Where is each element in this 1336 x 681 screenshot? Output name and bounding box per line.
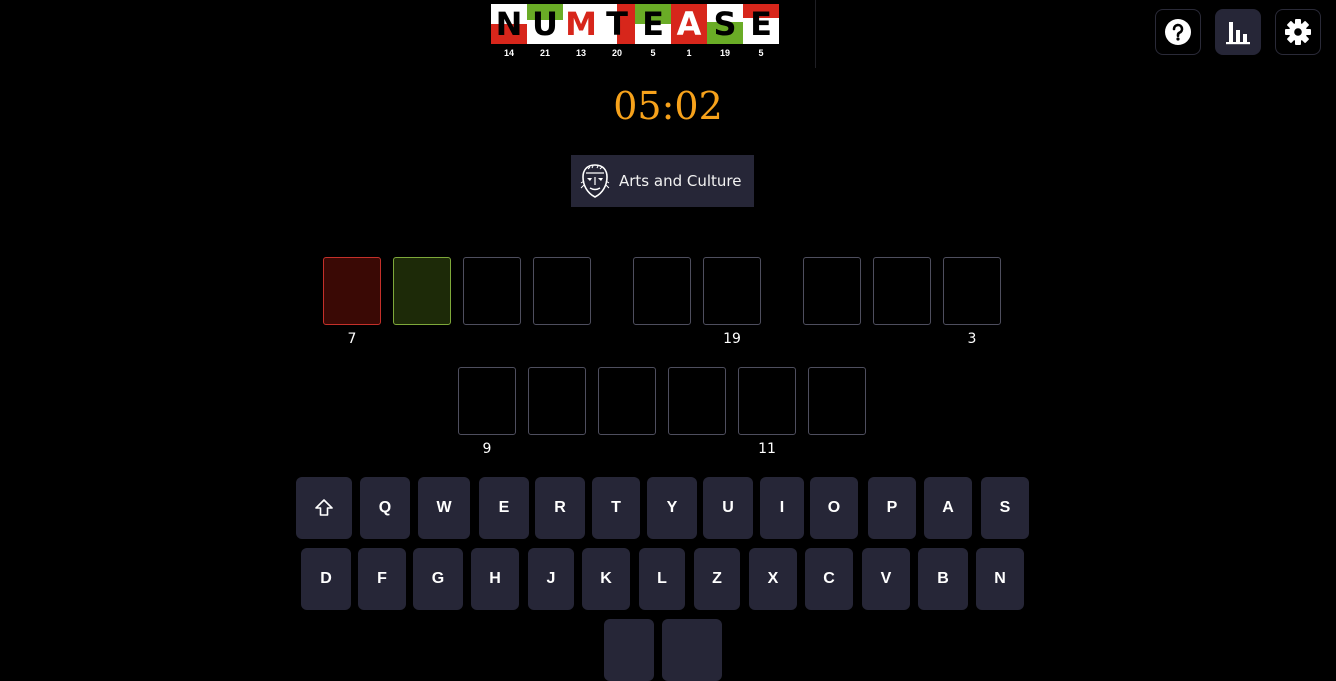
logo-tile: T <box>599 4 635 44</box>
letter-box[interactable] <box>598 367 656 435</box>
key-q[interactable]: Q <box>360 477 410 539</box>
logo-letter: S <box>713 5 737 43</box>
key-l[interactable]: L <box>639 548 685 610</box>
key-y[interactable]: Y <box>647 477 697 539</box>
letter-number-hint: 9 <box>482 441 492 457</box>
letter-box[interactable] <box>463 257 521 325</box>
logo-tile: M <box>563 4 599 44</box>
logo-letter-number: 20 <box>611 48 622 58</box>
letter-box[interactable] <box>873 257 931 325</box>
gear-icon <box>1285 19 1311 45</box>
key-h[interactable]: H <box>471 548 519 610</box>
logo-tile: U <box>527 4 563 44</box>
letter-number-hint: 19 <box>723 331 741 347</box>
numtease-logo: NUMTEASE 14 21 13 20 5 1 19 5 <box>491 4 781 62</box>
key-x[interactable]: X <box>749 548 797 610</box>
keyboard-row3-key-2[interactable] <box>662 619 722 681</box>
logo-letter: U <box>532 5 558 43</box>
letter-box[interactable] <box>808 367 866 435</box>
key-o[interactable]: O <box>810 477 858 539</box>
letter-box[interactable] <box>323 257 381 325</box>
key-s[interactable]: S <box>981 477 1029 539</box>
letter-box[interactable] <box>703 257 761 325</box>
letter-number-hint: 7 <box>347 331 357 347</box>
logo-letter-number: 13 <box>575 48 586 58</box>
logo-letter-number: 5 <box>650 48 656 58</box>
shift-arrow-icon <box>315 499 333 516</box>
logo-letter-number: 21 <box>539 48 550 58</box>
logo-letter: A <box>676 5 702 43</box>
letter-number-hint: 3 <box>967 331 977 347</box>
key-r[interactable]: R <box>535 477 585 539</box>
letter-number-hint: 11 <box>758 441 776 457</box>
logo-letters: NUMTEASE <box>491 4 779 44</box>
shift-key[interactable] <box>296 477 352 539</box>
stats-button[interactable] <box>1215 9 1261 55</box>
key-j[interactable]: J <box>528 548 574 610</box>
key-k[interactable]: K <box>582 548 630 610</box>
logo-letter-numbers: 14 21 13 20 5 1 19 5 <box>491 48 781 62</box>
logo-letter: M <box>565 5 597 43</box>
logo-letter-number: 5 <box>758 48 764 58</box>
header-divider <box>815 0 816 68</box>
category-badge: Arts and Culture <box>571 155 754 207</box>
logo-letter: E <box>642 5 664 43</box>
key-v[interactable]: V <box>862 548 910 610</box>
logo-tile: N <box>491 4 527 44</box>
letter-box[interactable] <box>533 257 591 325</box>
logo-tile: E <box>743 4 779 44</box>
logo-letter-number: 1 <box>686 48 692 58</box>
letter-box[interactable] <box>458 367 516 435</box>
key-i[interactable]: I <box>760 477 804 539</box>
logo-letter-number: 14 <box>503 48 514 58</box>
key-e[interactable]: E <box>479 477 529 539</box>
key-f[interactable]: F <box>358 548 406 610</box>
key-n[interactable]: N <box>976 548 1024 610</box>
logo-tile: A <box>671 4 707 44</box>
key-u[interactable]: U <box>703 477 753 539</box>
key-d[interactable]: D <box>301 548 351 610</box>
letter-box[interactable] <box>738 367 796 435</box>
logo-letter-number: 19 <box>719 48 730 58</box>
key-c[interactable]: C <box>805 548 853 610</box>
logo-letter: T <box>606 5 628 43</box>
logo-tile: S <box>707 4 743 44</box>
mask-icon <box>580 164 610 198</box>
letter-box[interactable] <box>668 367 726 435</box>
question-circle-icon <box>1165 19 1191 45</box>
letter-box[interactable] <box>803 257 861 325</box>
logo-letter: N <box>495 5 523 43</box>
key-z[interactable]: Z <box>694 548 740 610</box>
letter-box[interactable] <box>528 367 586 435</box>
letter-box[interactable] <box>633 257 691 325</box>
countdown-timer: 05:02 <box>613 84 723 128</box>
letter-box[interactable] <box>393 257 451 325</box>
key-w[interactable]: W <box>418 477 470 539</box>
letter-box[interactable] <box>943 257 1001 325</box>
bar-chart-icon <box>1226 22 1250 45</box>
logo-tile: E <box>635 4 671 44</box>
key-p[interactable]: P <box>868 477 916 539</box>
key-g[interactable]: G <box>413 548 463 610</box>
logo-letter: E <box>750 5 772 43</box>
key-b[interactable]: B <box>918 548 968 610</box>
keyboard-row3-key-1[interactable] <box>604 619 654 681</box>
key-a[interactable]: A <box>924 477 972 539</box>
category-label: Arts and Culture <box>619 172 742 190</box>
help-button[interactable] <box>1155 9 1201 55</box>
settings-button[interactable] <box>1275 9 1321 55</box>
key-t[interactable]: T <box>592 477 640 539</box>
